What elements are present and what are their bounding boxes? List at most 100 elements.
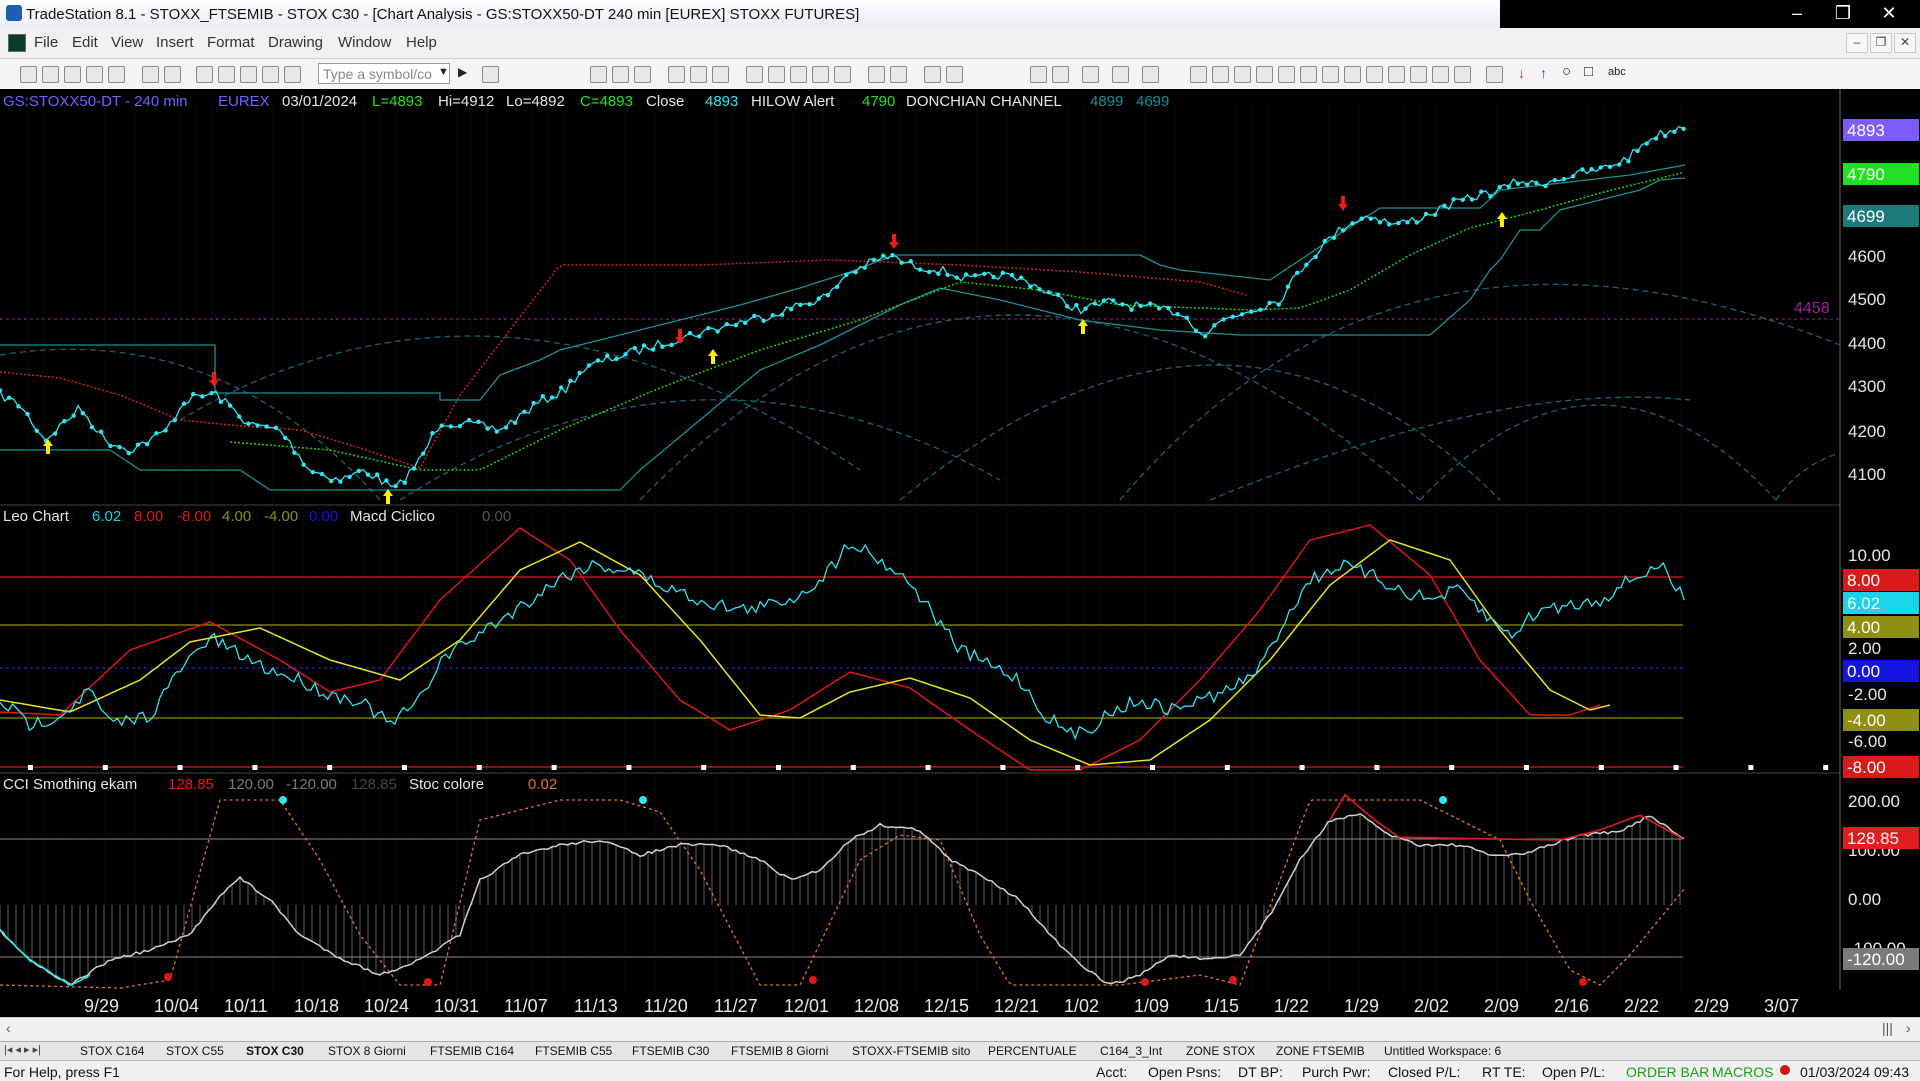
curve-icon[interactable] [1486,66,1503,83]
symbol-input[interactable]: Type a symbol/co [318,63,450,84]
bar-chart-icon[interactable] [768,66,785,83]
chart-area[interactable]: GS:STOXX50-DT - 240 min EUREX 03/01/2024… [0,89,1920,1017]
menu-help[interactable]: Help [406,34,437,51]
indicator-icon[interactable] [668,66,685,83]
vertical-lines-icon[interactable] [1212,66,1229,83]
link-icon[interactable] [196,66,213,83]
strategy-icon[interactable] [690,66,707,83]
tab-zone-ftsemib[interactable]: ZONE FTSEMIB [1276,1044,1365,1058]
mdi-minimize-button[interactable]: ‒ [1846,33,1868,53]
ellipse-tool-icon[interactable]: ○ [1562,63,1571,80]
zoom-in-icon[interactable] [924,66,941,83]
tools-icon[interactable] [1082,66,1099,83]
go-arrow-icon[interactable]: ▶ [458,65,467,79]
volume-icon[interactable] [834,66,851,83]
line-chart-icon[interactable] [812,66,829,83]
data-icon[interactable] [746,66,763,83]
grid-icon[interactable] [634,66,651,83]
tab-stox-c30[interactable]: STOX C30 [246,1044,304,1058]
rectangle-tool-icon[interactable]: □ [1584,63,1593,80]
pointer-icon[interactable] [1030,66,1047,83]
refresh-icon[interactable] [712,66,729,83]
gann-icon[interactable] [1278,66,1295,83]
chart-canvas[interactable]: GS:STOXX50-DT - 240 min EUREX 03/01/2024… [0,89,1920,1017]
cycle-dot-icon [252,765,258,770]
menu-window[interactable]: Window [338,34,391,51]
up-arrow-tool-icon[interactable]: ↑ [1540,65,1547,81]
restore-button[interactable]: ❐ [1820,0,1866,28]
tab-ftsemib-c55[interactable]: FTSEMIB C55 [535,1044,612,1058]
symbol-dropdown-icon[interactable]: ▼ [438,66,449,78]
color-icon[interactable] [284,66,301,83]
mdi-close-button[interactable]: ✕ [1894,33,1916,53]
menu-file[interactable]: File [34,34,58,51]
layout2-icon[interactable] [612,66,629,83]
ruler-icon[interactable] [1388,66,1405,83]
lock-icon[interactable] [240,66,257,83]
status-macros[interactable]: MACROS [1712,1064,1773,1080]
tab-ftsemib-c30[interactable]: FTSEMIB C30 [632,1044,709,1058]
mdi-restore-button[interactable]: ❐ [1870,33,1892,53]
menu-format[interactable]: Format [207,34,255,51]
tab-stox-c164[interactable]: STOX C164 [80,1044,144,1058]
fib-icon[interactable] [1256,66,1273,83]
unlink-icon[interactable] [218,66,235,83]
zoom-out-icon[interactable] [946,66,963,83]
scroll-right-arrow-icon[interactable]: › [1906,1020,1911,1036]
folder-icon[interactable] [108,66,125,83]
properties-icon[interactable] [1112,66,1129,83]
pencil-icon[interactable] [1454,66,1471,83]
tab-zone-stox[interactable]: ZONE STOX [1186,1044,1255,1058]
horizontal-scrollbar[interactable]: ‹ ||| › [0,1017,1920,1042]
layout-icon[interactable] [590,66,607,83]
new-icon[interactable] [20,66,37,83]
menu-edit[interactable]: Edit [72,34,98,51]
status-order-bar[interactable]: ORDER BAR [1626,1064,1709,1080]
arc-icon[interactable] [1432,66,1449,83]
horizontal-lines-icon[interactable] [1234,66,1251,83]
regression-icon[interactable] [1344,66,1361,83]
tab-ftsemib-c164[interactable]: FTSEMIB C164 [430,1044,514,1058]
open-workspace-icon[interactable] [64,66,81,83]
menu-drawing[interactable]: Drawing [268,34,323,51]
chart-style-icon[interactable] [262,66,279,83]
tab-untitled-workspace[interactable]: Untitled Workspace: 6 [1384,1044,1501,1058]
price-bar-dot [862,265,867,270]
price-bar-dot [25,411,30,417]
tab-ftsemib-8-giorni[interactable]: FTSEMIB 8 Giorni [731,1044,828,1058]
new-window-icon[interactable] [86,66,103,83]
osc1-tick: -2.00 [1848,685,1887,704]
tab-stoxx-ftsemib-sito[interactable]: STOXX-FTSEMIB sito [852,1044,970,1058]
close-button[interactable]: ✕ [1866,0,1912,28]
speed-line-icon[interactable] [1322,66,1339,83]
cycle-dot-icon [402,765,407,770]
text-tool-icon[interactable]: abc [1608,66,1626,78]
print-icon[interactable] [164,66,181,83]
price-bar-dot [108,443,113,449]
tab-stox-c55[interactable]: STOX C55 [166,1044,224,1058]
scroll-left-arrow-icon[interactable]: ‹ [6,1020,11,1036]
parallel-icon[interactable] [1410,66,1427,83]
candle-icon[interactable] [790,66,807,83]
tab-stox-8-giorni[interactable]: STOX 8 Giorni [328,1044,406,1058]
menu-view[interactable]: View [111,34,143,51]
crosshair-icon[interactable] [1052,66,1069,83]
tab-percentuale[interactable]: PERCENTUALE [988,1044,1077,1058]
price-bar-dot [1644,141,1650,146]
scroll-left-icon[interactable] [868,66,885,83]
menu-insert[interactable]: Insert [156,34,194,51]
andrews-icon[interactable] [1366,66,1383,83]
channel-icon[interactable] [1300,66,1317,83]
open-icon[interactable] [42,66,59,83]
find-symbol-icon[interactable] [482,66,499,83]
tab-nav-first-icon[interactable]: |◂ ◂ ▸ ▸| [4,1043,41,1056]
tab-c164-3-int[interactable]: C164_3_Int [1100,1044,1162,1058]
save-icon[interactable] [142,66,159,83]
minimize-button[interactable]: ‒ [1774,0,1820,28]
scroll-right-icon[interactable] [890,66,907,83]
trendline-icon[interactable] [1190,66,1207,83]
down-arrow-tool-icon[interactable]: ↓ [1518,65,1525,81]
chart-window-icon[interactable] [8,34,26,52]
scroll-grip-icon[interactable]: ||| [1882,1020,1893,1036]
alert-icon[interactable] [1142,66,1159,83]
